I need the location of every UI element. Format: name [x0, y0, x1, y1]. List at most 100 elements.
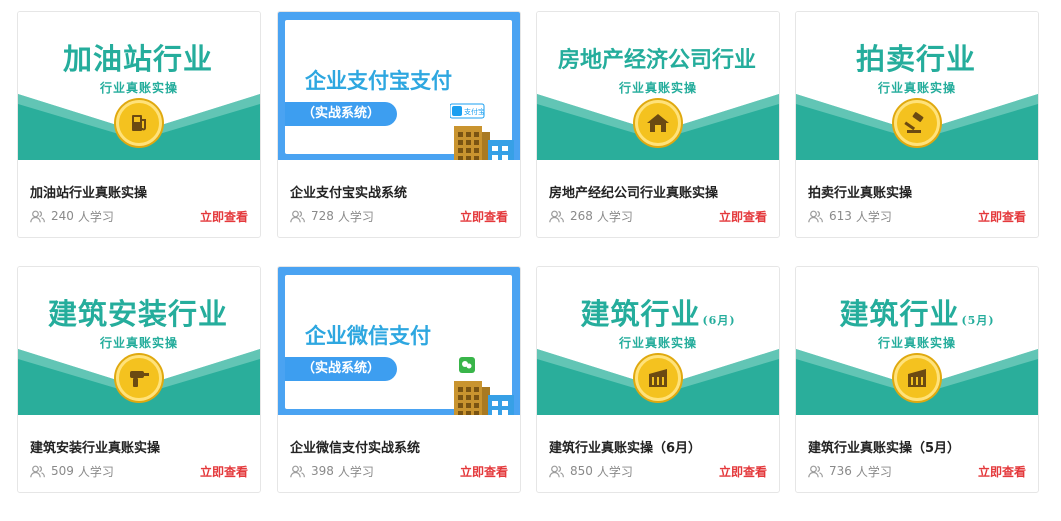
course-banner[interactable]: 企业微信支付 （实战系统）: [278, 267, 520, 415]
users-icon: [549, 465, 564, 478]
course-info: 建筑行业真账实操（5月） 736 人学习 立即查看: [808, 437, 1026, 479]
users-icon: [30, 465, 45, 478]
buildings-illustration: 支付宝: [449, 102, 520, 160]
course-meta: 850 人学习 立即查看: [549, 463, 767, 479]
users-icon: [290, 210, 305, 223]
industry-badge: [116, 355, 162, 401]
learner-number: 613: [829, 209, 852, 223]
industry-badge: [894, 100, 940, 146]
course-card[interactable]: 企业微信支付 （实战系统） 企业微信支付实战系统 398 人学习 立即查看: [277, 266, 521, 493]
alipay-icon: 支付宝: [449, 103, 514, 160]
users-icon: [290, 465, 305, 478]
view-now-link[interactable]: 立即查看: [978, 208, 1026, 225]
course-card[interactable]: 拍卖行业 行业真账实操 拍卖行业真账实操 613 人学习 立即查看: [795, 11, 1039, 238]
course-info: 企业支付宝实战系统 728 人学习 立即查看: [290, 182, 508, 224]
view-now-link[interactable]: 立即查看: [978, 463, 1026, 480]
building-icon: [645, 366, 671, 390]
course-info: 房地产经纪公司行业真账实操 268 人学习 立即查看: [549, 182, 767, 224]
course-card[interactable]: 房地产经济公司行业 行业真账实操 房地产经纪公司行业真账实操 268 人学习 立…: [536, 11, 780, 238]
learner-count: 736 人学习: [808, 463, 892, 480]
course-meta: 240 人学习 立即查看: [30, 208, 248, 224]
learner-count: 398 人学习: [290, 463, 374, 480]
course-banner[interactable]: 建筑行业 (5月) 行业真账实操: [796, 267, 1038, 415]
course-title[interactable]: 拍卖行业真账实操: [808, 182, 1026, 201]
banner-title: 加油站行业: [62, 42, 213, 76]
banner-subtitle: 行业真账实操: [618, 81, 697, 95]
view-now-link[interactable]: 立即查看: [460, 463, 508, 480]
view-now-link[interactable]: 立即查看: [460, 208, 508, 225]
learner-unit: 人学习: [596, 209, 633, 224]
learner-count: 850 人学习: [549, 463, 633, 480]
course-card[interactable]: 企业支付宝支付 （实战系统） 支付宝 企业支付宝实战系统 728 人学习 立即查…: [277, 11, 521, 238]
banner-panel: 企业微信支付 （实战系统）: [285, 275, 514, 415]
industry-badge: [635, 355, 681, 401]
course-grid: 加油站行业 行业真账实操 加油站行业真账实操 240 人学习 立即查看 企业支付…: [0, 0, 1061, 521]
learner-count: 240 人学习: [30, 208, 114, 225]
banner-panel: 企业支付宝支付 （实战系统） 支付宝: [285, 20, 514, 160]
course-meta: 728 人学习 立即查看: [290, 208, 508, 224]
course-info: 加油站行业真账实操 240 人学习 立即查看: [30, 182, 248, 224]
view-now-link[interactable]: 立即查看: [200, 463, 248, 480]
course-info: 建筑安装行业真账实操 509 人学习 立即查看: [30, 437, 248, 479]
course-banner[interactable]: 建筑安装行业 行业真账实操: [18, 267, 260, 415]
learner-count: 509 人学习: [30, 463, 114, 480]
course-banner[interactable]: 房地产经济公司行业 行业真账实操: [537, 12, 779, 160]
course-card[interactable]: 建筑行业 (5月) 行业真账实操 建筑行业真账实操（5月） 736 人学习 立即查…: [795, 266, 1039, 493]
learner-unit: 人学习: [855, 464, 892, 479]
course-title[interactable]: 房地产经纪公司行业真账实操: [549, 182, 767, 201]
learner-number: 850: [570, 464, 593, 478]
course-meta: 613 人学习 立即查看: [808, 208, 1026, 224]
course-title[interactable]: 建筑安装行业真账实操: [30, 437, 248, 456]
users-icon: [808, 465, 823, 478]
banner-title-suffix: (5月): [961, 314, 995, 327]
course-title[interactable]: 加油站行业真账实操: [30, 182, 248, 201]
banner-title: 企业微信支付: [305, 323, 431, 348]
learner-unit: 人学习: [337, 209, 374, 224]
banner-title: 建筑行业 (6月): [580, 297, 736, 331]
learner-unit: 人学习: [596, 464, 633, 479]
course-title[interactable]: 企业微信支付实战系统: [290, 437, 508, 456]
course-title[interactable]: 建筑行业真账实操（5月）: [808, 437, 1026, 456]
banner-pill: （实战系统）: [285, 357, 397, 381]
industry-badge: [635, 100, 681, 146]
course-info: 拍卖行业真账实操 613 人学习 立即查看: [808, 182, 1026, 224]
buildings-illustration: [450, 357, 520, 415]
users-icon: [549, 210, 564, 223]
view-now-link[interactable]: 立即查看: [719, 208, 767, 225]
learner-unit: 人学习: [77, 464, 114, 479]
view-now-link[interactable]: 立即查看: [200, 208, 248, 225]
learner-number: 728: [311, 209, 334, 223]
banner-title: 企业支付宝支付: [305, 68, 452, 93]
industry-badge: [116, 100, 162, 146]
course-card[interactable]: 建筑安装行业 行业真账实操 建筑安装行业真账实操 509 人学习 立即查看: [17, 266, 261, 493]
banner-subtitle: 行业真账实操: [99, 81, 178, 95]
banner-title: 拍卖行业: [855, 42, 976, 76]
learner-unit: 人学习: [77, 209, 114, 224]
banner-subtitle: 行业真账实操: [877, 81, 956, 95]
industry-badge: [894, 355, 940, 401]
course-banner[interactable]: 拍卖行业 行业真账实操: [796, 12, 1038, 160]
learner-count: 613 人学习: [808, 208, 892, 225]
view-now-link[interactable]: 立即查看: [719, 463, 767, 480]
course-banner[interactable]: 企业支付宝支付 （实战系统） 支付宝: [278, 12, 520, 160]
gavel-icon: [904, 111, 930, 135]
banner-subtitle: 行业真账实操: [877, 336, 956, 350]
course-meta: 268 人学习 立即查看: [549, 208, 767, 224]
learner-unit: 人学习: [855, 209, 892, 224]
learner-number: 240: [51, 209, 74, 223]
course-card[interactable]: 建筑行业 (6月) 行业真账实操 建筑行业真账实操（6月） 850 人学习 立即查…: [536, 266, 780, 493]
learner-number: 398: [311, 464, 334, 478]
course-title[interactable]: 企业支付宝实战系统: [290, 182, 508, 201]
learner-count: 268 人学习: [549, 208, 633, 225]
course-meta: 736 人学习 立即查看: [808, 463, 1026, 479]
banner-title: 房地产经济公司行业: [557, 47, 756, 73]
banner-title-suffix: (6月): [702, 314, 736, 327]
banner-title: 建筑行业 (5月): [839, 297, 995, 331]
course-card[interactable]: 加油站行业 行业真账实操 加油站行业真账实操 240 人学习 立即查看: [17, 11, 261, 238]
course-banner[interactable]: 建筑行业 (6月) 行业真账实操: [537, 267, 779, 415]
learner-number: 268: [570, 209, 593, 223]
course-meta: 509 人学习 立即查看: [30, 463, 248, 479]
course-banner[interactable]: 加油站行业 行业真账实操: [18, 12, 260, 160]
users-icon: [808, 210, 823, 223]
course-title[interactable]: 建筑行业真账实操（6月）: [549, 437, 767, 456]
